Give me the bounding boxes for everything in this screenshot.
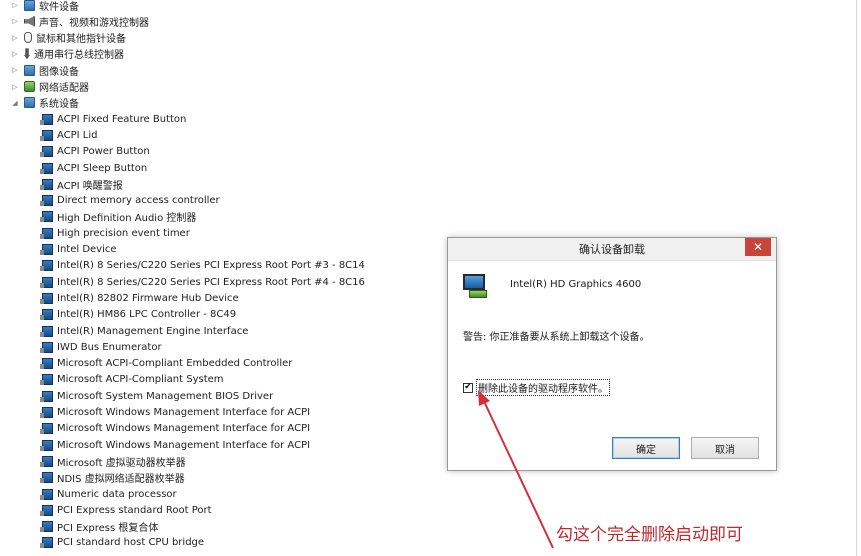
arrow-head: [478, 390, 490, 406]
arrow-shaft: [481, 396, 554, 549]
annotation-text: 勾这个完全删除启动即可: [556, 525, 743, 545]
annotation-arrow: [478, 390, 554, 549]
